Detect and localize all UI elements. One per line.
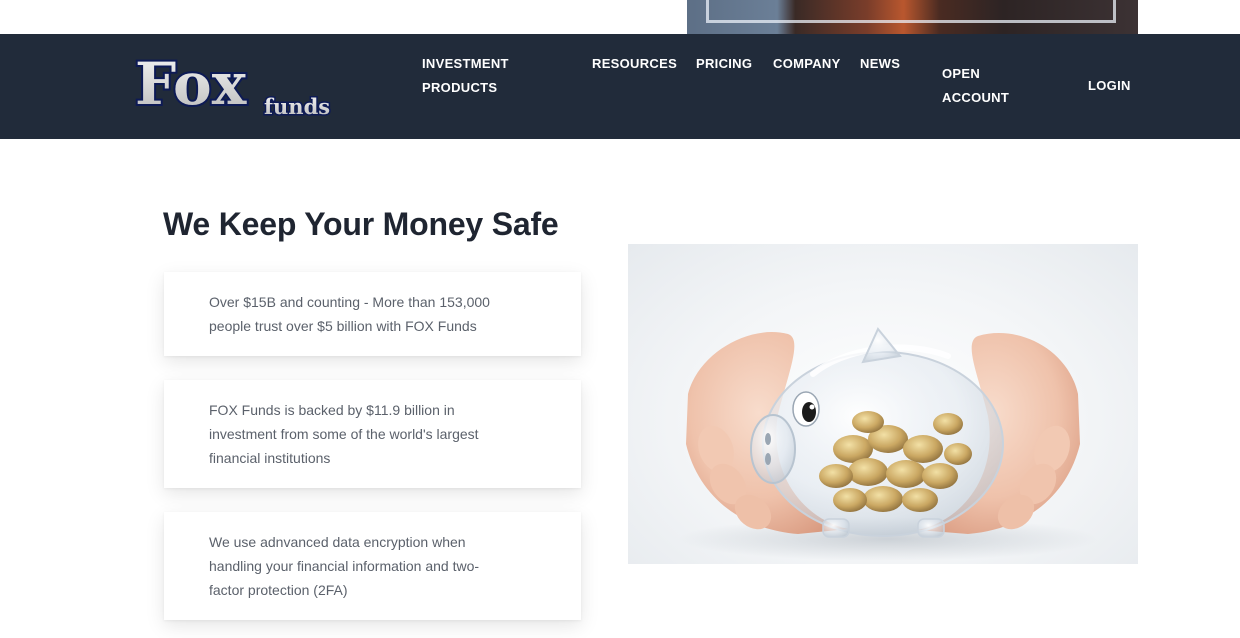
logo[interactable]: Fox Fox funds funds — [133, 52, 343, 122]
nav-news[interactable]: NEWS — [860, 52, 900, 76]
feature-text: Over $15B and counting - More than 153,0… — [209, 294, 490, 334]
hero-image-peek — [687, 0, 1138, 34]
piggy-bank-photo — [628, 244, 1138, 564]
nav-investment-products[interactable]: INVESTMENT PRODUCTS — [422, 52, 532, 100]
navbar: Fox Fox funds funds INVESTMENT PRODUCTS … — [0, 34, 1240, 139]
feature-card: Over $15B and counting - More than 153,0… — [164, 272, 581, 356]
svg-text:Fox: Fox — [135, 52, 247, 118]
feature-text: FOX Funds is backed by $11.9 billion in … — [209, 402, 479, 466]
nav-company[interactable]: COMPANY — [773, 52, 841, 76]
nav-open-account[interactable]: OPEN ACCOUNT — [942, 62, 1032, 110]
svg-text:funds: funds — [264, 94, 330, 119]
nav-pricing[interactable]: PRICING — [696, 52, 752, 76]
feature-card: FOX Funds is backed by $11.9 billion in … — [164, 380, 581, 488]
feature-card: We use adnvanced data encryption when ha… — [164, 512, 581, 620]
page-title: We Keep Your Money Safe — [163, 206, 559, 242]
feature-text: We use adnvanced data encryption when ha… — [209, 534, 480, 598]
piggy-bank-icon — [678, 327, 1098, 561]
hero-image-frame — [706, 0, 1116, 23]
nav-login[interactable]: LOGIN — [1088, 74, 1131, 98]
top-strip — [0, 0, 1240, 34]
nav-resources[interactable]: RESOURCES — [592, 52, 677, 76]
fox-funds-logo-icon: Fox Fox funds funds — [133, 52, 332, 121]
